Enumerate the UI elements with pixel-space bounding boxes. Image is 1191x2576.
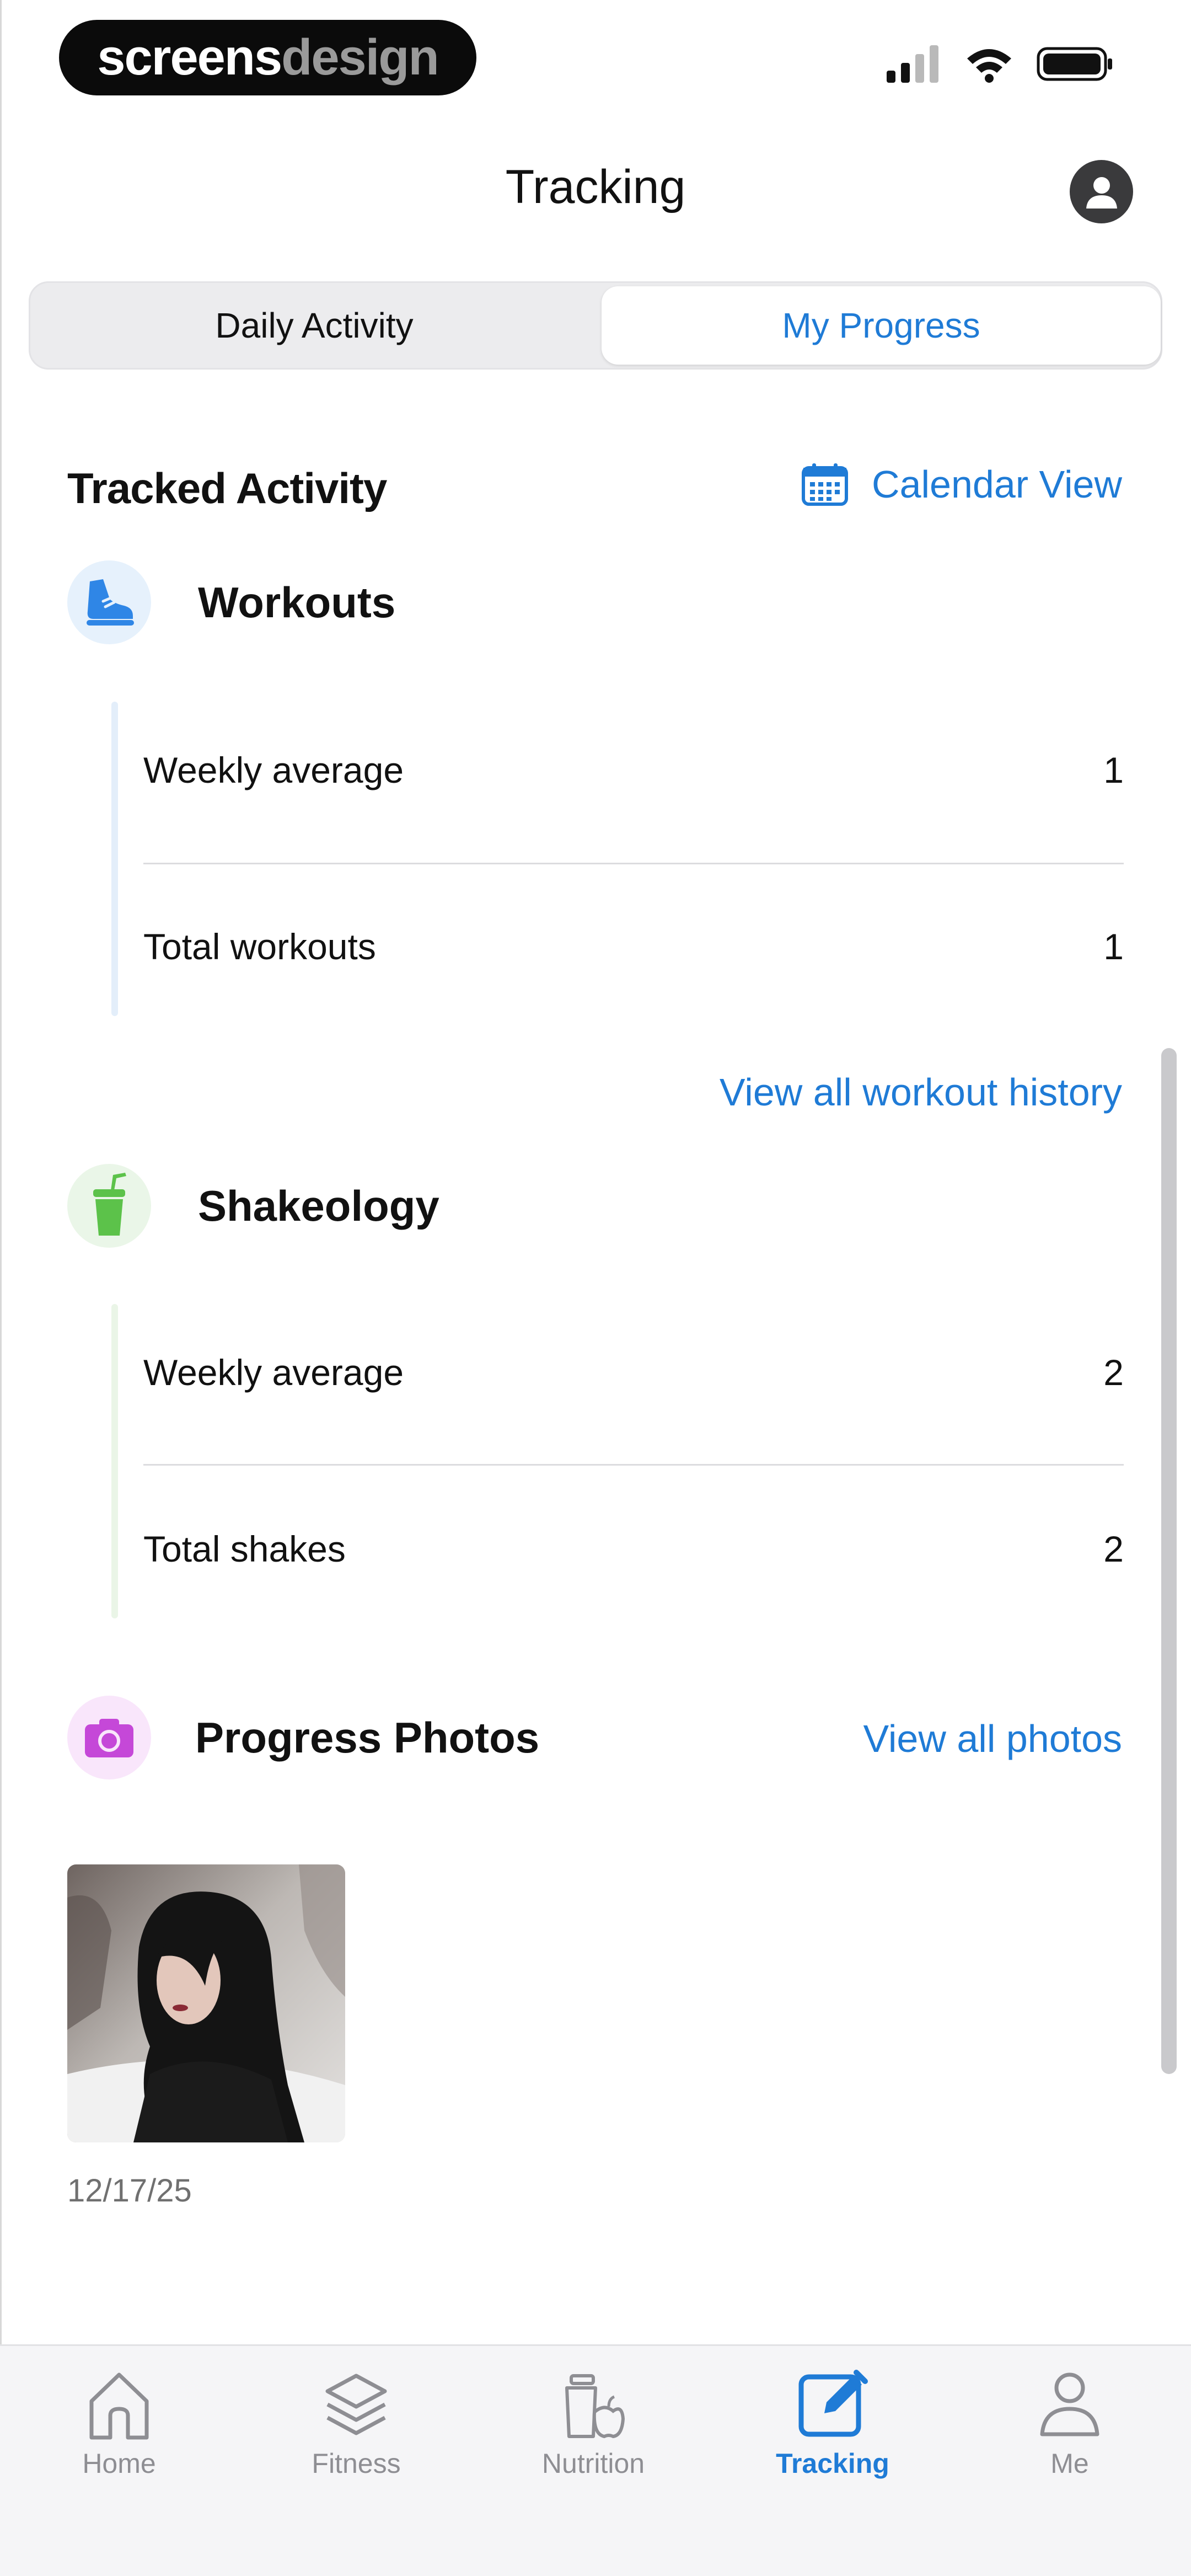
workouts-stat-bar [111,702,118,1016]
stat-label: Total shakes [143,1529,346,1569]
brand-text-part1: screens [97,29,282,85]
nutrition-icon [565,2374,625,2439]
brand-logo: screens design [59,20,476,95]
tab-label: Nutrition [541,2448,645,2479]
shakeology-header: Shakeology [67,1164,439,1248]
user-avatar-icon [1086,177,1117,209]
brand-text-part2: design [281,29,439,85]
workouts-total-row: Total workouts 1 [143,913,1124,980]
segmented-control: Daily Activity My Progress [29,281,1162,370]
calendar-view-link[interactable]: Calendar View [801,462,1122,506]
edit-square-icon [798,2370,868,2437]
status-bar: screens design [0,0,1191,110]
workouts-header: Workouts [67,560,395,644]
shakeology-icon-circle [67,1164,151,1248]
progress-photo-thumbnail[interactable] [67,1864,345,2142]
tab-my-progress[interactable]: My Progress [602,286,1161,365]
shoe-icon [87,579,134,626]
tab-tracking[interactable]: Tracking [750,2368,915,2479]
shakeology-title: Shakeology [198,1181,439,1230]
tab-label: Tracking [776,2448,889,2479]
portrait-photo [67,1864,345,2142]
view-workout-history-link[interactable]: View all workout history [720,1070,1122,1114]
camera-icon [85,1719,133,1757]
layers-icon [325,2374,387,2435]
tab-me[interactable]: Me [987,2368,1152,2479]
wifi-icon [967,49,1011,83]
person-icon [1040,2372,1099,2436]
battery-icon [1037,47,1112,81]
tab-home[interactable]: Home [36,2368,202,2479]
tab-label: Me [1050,2448,1089,2479]
photo-date: 12/17/25 [67,2173,192,2209]
tab-fitness[interactable]: Fitness [273,2368,439,2479]
workouts-weekly-average-row: Weekly average 1 [143,737,1124,803]
shakeology-weekly-average-row: Weekly average 2 [143,1339,1124,1405]
workouts-icon-circle [67,560,151,644]
tab-bar: Home Fitness Nutrition Tracking Me [0,2344,1191,2576]
divider [143,1464,1124,1466]
tab-label: Home [82,2448,156,2479]
tab-label: Fitness [312,2448,401,2479]
workouts-title: Workouts [198,578,396,627]
calendar-icon [802,463,849,506]
shakeology-total-row: Total shakes 2 [143,1516,1124,1582]
cellular-signal-icon [887,45,938,83]
divider [143,863,1124,864]
stat-label: Weekly average [143,750,404,790]
home-icon [89,2372,149,2440]
shakeology-stat-bar [111,1304,118,1618]
stat-label: Weekly average [143,1352,404,1393]
tab-daily-activity[interactable]: Daily Activity [30,283,598,368]
page-title: Tracking [505,161,686,213]
progress-photos-icon-circle [67,1696,151,1779]
stat-label: Total workouts [143,926,376,967]
progress-photos-header: Progress Photos [67,1696,539,1779]
screen-edge [0,0,2,2576]
status-icons [887,44,1114,83]
scrollbar[interactable] [1161,1048,1177,2074]
profile-button[interactable] [1070,160,1133,223]
section-heading: Tracked Activity [67,464,387,512]
progress-photos-title: Progress Photos [195,1713,540,1762]
stat-value: 2 [1103,1529,1124,1569]
stat-value: 2 [1103,1352,1124,1393]
stat-value: 1 [1103,926,1124,967]
workouts-stats: Weekly average 1 Total workouts 1 [111,702,1124,1016]
view-all-photos-link[interactable]: View all photos [863,1717,1122,1761]
shakeology-stats: Weekly average 2 Total shakes 2 [111,1304,1124,1618]
tab-nutrition[interactable]: Nutrition [511,2368,676,2479]
calendar-view-label: Calendar View [872,463,1122,506]
stat-value: 1 [1103,750,1124,790]
shake-cup-icon [93,1173,126,1236]
